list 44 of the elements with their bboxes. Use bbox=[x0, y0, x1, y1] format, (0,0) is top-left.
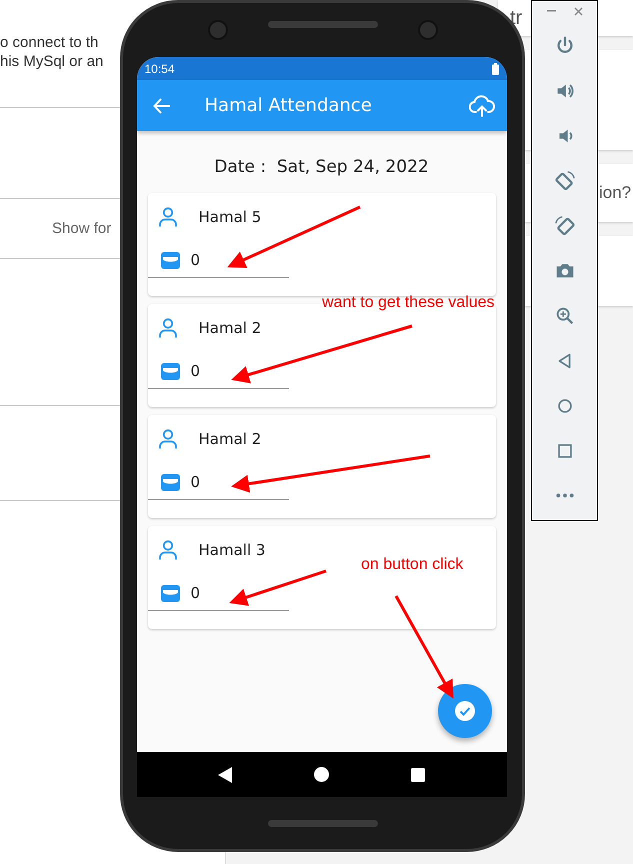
wallet-icon bbox=[160, 474, 180, 490]
number-field[interactable]: 0 bbox=[190, 584, 250, 602]
nav-overview-button[interactable] bbox=[411, 768, 426, 782]
wallet-icon bbox=[160, 362, 180, 380]
page-text: tr bbox=[510, 6, 522, 30]
person-icon bbox=[158, 318, 176, 338]
number-field[interactable]: 0 bbox=[190, 473, 250, 491]
number-field[interactable]: 0 bbox=[190, 362, 250, 380]
close-icon[interactable] bbox=[574, 6, 582, 16]
camera-lens bbox=[208, 20, 228, 40]
hamal-name: Hamall 3 bbox=[198, 541, 266, 559]
back-arrow-icon[interactable] bbox=[152, 96, 170, 114]
page-text: o connect to th bbox=[0, 33, 98, 52]
overview-icon bbox=[411, 768, 426, 782]
rotate-right-icon bbox=[554, 214, 576, 236]
wallet-icon bbox=[160, 252, 180, 268]
cloud-upload-icon[interactable] bbox=[468, 94, 494, 116]
minimize-icon[interactable] bbox=[546, 10, 556, 12]
hamal-name: Hamal 2 bbox=[198, 430, 262, 448]
number-field[interactable]: 0 bbox=[190, 251, 250, 269]
home-icon bbox=[314, 767, 329, 782]
submit-button[interactable] bbox=[438, 684, 492, 738]
more-icon bbox=[556, 493, 574, 498]
wallet-icon bbox=[160, 584, 180, 602]
check-circle-icon bbox=[454, 701, 474, 721]
battery-icon bbox=[492, 62, 498, 74]
hamal-name: Hamal 5 bbox=[198, 208, 262, 226]
back-icon bbox=[218, 766, 232, 782]
nav-back-button[interactable] bbox=[218, 766, 232, 782]
show-link[interactable]: Show for bbox=[52, 220, 112, 237]
nav-home-button[interactable] bbox=[314, 767, 329, 782]
camera-lens bbox=[418, 20, 438, 40]
person-icon bbox=[158, 207, 176, 227]
date-label: Date : Sat, Sep 24, 2022 bbox=[213, 157, 430, 177]
page-text: his MySql or an bbox=[0, 52, 104, 71]
app-title: Hamal Attendance bbox=[204, 95, 373, 116]
hamal-name: Hamal 2 bbox=[198, 319, 262, 337]
rotate-left-icon bbox=[554, 170, 576, 192]
person-icon bbox=[158, 540, 176, 560]
page-text: ion? bbox=[599, 183, 632, 203]
annotation-text: on button click bbox=[361, 556, 464, 574]
person-icon bbox=[158, 429, 176, 449]
annotation-text: want to get these values bbox=[322, 294, 495, 312]
status-time: 10:54 bbox=[144, 62, 175, 76]
